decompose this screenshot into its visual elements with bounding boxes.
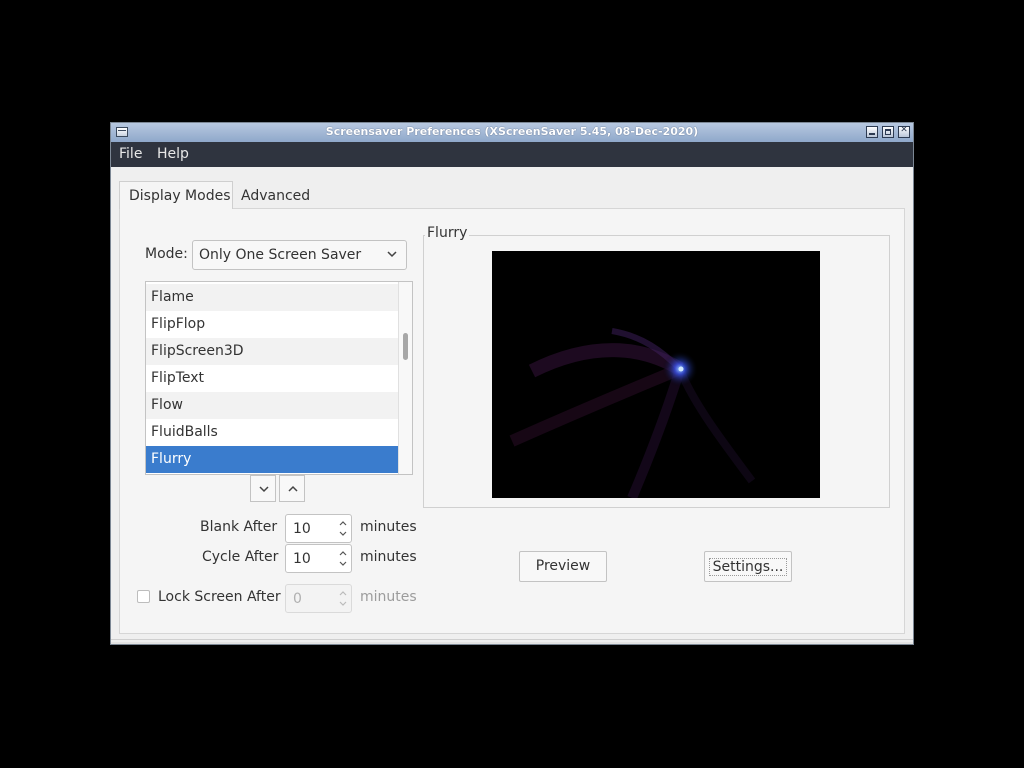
lock-after-units: minutes (360, 589, 417, 605)
preview-frame-label: Flurry (425, 225, 470, 241)
screensaver-preview (492, 251, 820, 498)
tab-advanced[interactable]: Advanced (241, 188, 310, 204)
chevron-up-icon[interactable] (338, 518, 348, 528)
scrollbar-thumb[interactable] (403, 333, 408, 360)
divider (111, 642, 913, 644)
mode-label: Mode: (145, 246, 188, 262)
preferences-window: Screensaver Preferences (XScreenSaver 5.… (110, 122, 914, 645)
preview-button[interactable]: Preview (519, 551, 607, 582)
flurry-preview-image (509, 328, 756, 498)
cycle-after-units: minutes (360, 549, 417, 565)
maximize-button[interactable] (882, 126, 894, 138)
lock-screen-label[interactable]: Lock Screen After (158, 589, 281, 605)
list-item[interactable]: Flame (146, 284, 399, 311)
mode-select[interactable]: Only One Screen Saver (192, 240, 407, 270)
lock-after-value: 0 (293, 591, 302, 607)
window-title: Screensaver Preferences (XScreenSaver 5.… (325, 125, 699, 138)
chevron-up-icon (288, 485, 298, 492)
list-item[interactable]: FlipText (146, 365, 399, 392)
list-item[interactable]: FluidBalls (146, 419, 399, 446)
list-item[interactable]: FlipFlop (146, 311, 399, 338)
mode-value: Only One Screen Saver (199, 247, 362, 263)
lock-screen-checkbox[interactable] (137, 590, 150, 603)
blank-after-units: minutes (360, 519, 417, 535)
next-saver-button[interactable] (250, 475, 276, 502)
close-button[interactable] (898, 125, 910, 138)
cycle-after-label: Cycle After (202, 549, 279, 565)
blank-after-value: 10 (293, 521, 311, 537)
chevron-down-icon (387, 251, 397, 258)
menu-file[interactable]: File (119, 146, 142, 162)
list-item[interactable]: FlipScreen3D (146, 338, 399, 365)
menu-bar: File Help (111, 142, 913, 167)
blank-after-spinner[interactable]: 10 (285, 514, 352, 543)
title-bar[interactable]: Screensaver Preferences (XScreenSaver 5.… (111, 123, 913, 142)
screensaver-list[interactable]: Flame FlipFlop FlipScreen3D FlipText Flo… (145, 281, 413, 475)
blank-after-label: Blank After (200, 519, 278, 535)
previous-saver-button[interactable] (279, 475, 305, 502)
chevron-down-icon[interactable] (338, 529, 348, 539)
settings-button-label: Settings... (708, 558, 788, 576)
settings-button[interactable]: Settings... (704, 551, 792, 582)
minimize-button[interactable] (866, 126, 878, 138)
chevron-down-icon (259, 486, 269, 493)
tab-display-modes[interactable]: Display Modes (119, 181, 233, 209)
list-scrollbar[interactable] (398, 282, 412, 474)
chevron-down-icon (339, 601, 347, 606)
chevron-down-icon[interactable] (338, 559, 348, 569)
cycle-after-value: 10 (293, 551, 311, 567)
chevron-up-icon (339, 591, 347, 596)
cycle-after-spinner[interactable]: 10 (285, 544, 352, 573)
list-item-selected[interactable]: Flurry (146, 446, 399, 473)
lock-after-spinner: 0 (285, 584, 352, 613)
divider (111, 639, 913, 640)
menu-help[interactable]: Help (157, 146, 189, 162)
list-item[interactable]: Flow (146, 392, 399, 419)
chevron-up-icon[interactable] (338, 548, 348, 558)
